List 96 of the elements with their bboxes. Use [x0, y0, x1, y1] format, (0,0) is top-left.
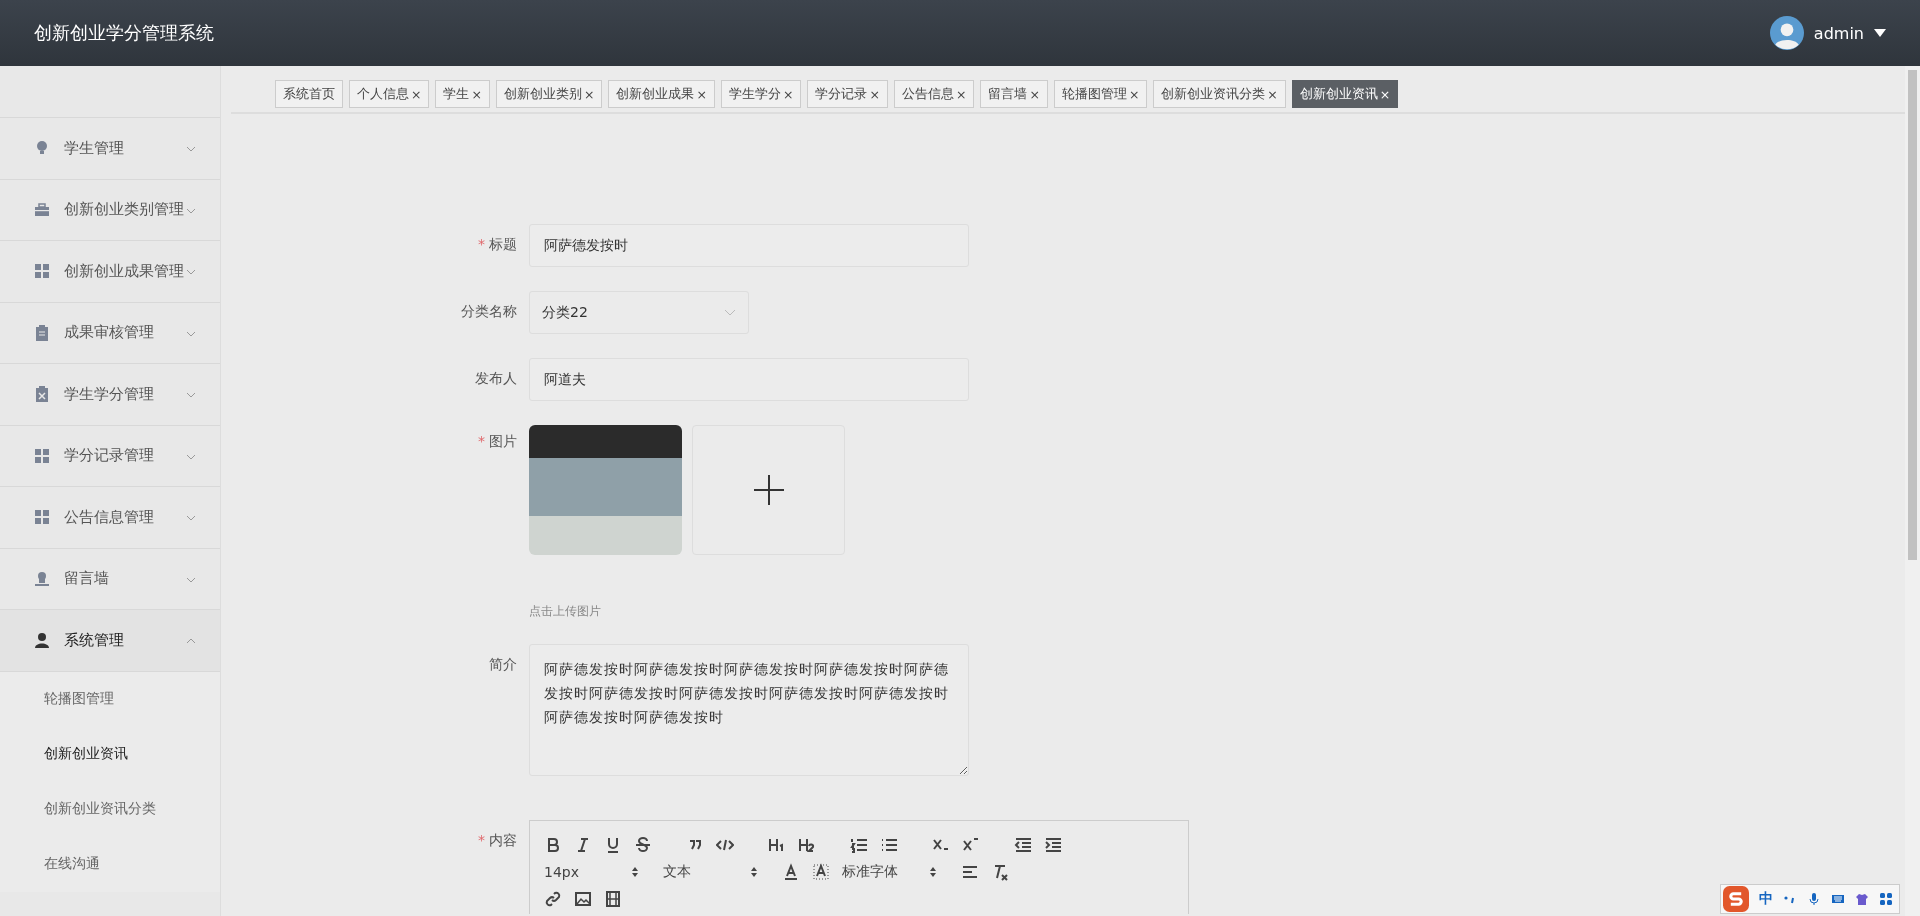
menu-item[interactable]: 学生学分管理: [0, 364, 220, 426]
tab[interactable]: 学生学分 ×: [720, 80, 802, 108]
logo-icon: [1723, 886, 1749, 912]
person-icon: [34, 632, 50, 649]
tab[interactable]: 创新创业资讯分类 ×: [1153, 80, 1286, 108]
submenu-item[interactable]: 创新创业资讯: [0, 726, 220, 782]
font-size-dropdown[interactable]: 14px: [544, 863, 639, 880]
field-label: 简介: [489, 656, 517, 672]
chevron-icon: [724, 309, 736, 316]
chevron-icon: [186, 515, 196, 521]
close-icon[interactable]: ×: [1267, 86, 1278, 102]
close-icon[interactable]: ×: [955, 86, 967, 102]
briefcase-icon: [34, 201, 50, 218]
menu-item[interactable]: 创新创业成果管理: [0, 241, 220, 303]
close-icon[interactable]: ×: [1379, 86, 1391, 102]
clipboard-icon: [34, 386, 50, 403]
field-label: 图片: [489, 433, 517, 449]
chevron-icon: [186, 576, 196, 583]
keyboard-icon[interactable]: [1831, 892, 1845, 906]
clipboard-icon: [34, 324, 50, 341]
close-icon[interactable]: ×: [696, 86, 707, 102]
menu-item[interactable]: 公告信息管理: [0, 487, 220, 549]
app-title: 创新创业学分管理系统: [34, 21, 214, 45]
field-label: 发布人: [475, 370, 517, 386]
shirt-icon[interactable]: [1855, 892, 1869, 906]
close-icon[interactable]: ×: [471, 86, 482, 102]
tab[interactable]: 留言墙 ×: [980, 80, 1048, 108]
outdent-icon[interactable]: [1014, 835, 1032, 854]
plus-icon: [753, 475, 784, 505]
tab[interactable]: 创新创业资讯 ×: [1291, 80, 1399, 108]
chevron-icon: [186, 207, 196, 214]
upload-hint: 点击上传图片: [529, 603, 602, 620]
grid-icon: [34, 263, 50, 280]
grid-icon: [34, 509, 50, 526]
rich-text-editor[interactable]: 14px 文本 标准字体: [529, 820, 1189, 914]
chevron-icon: [186, 330, 196, 337]
close-icon[interactable]: ×: [583, 86, 595, 102]
select-field[interactable]: 分类22: [529, 291, 749, 334]
input-field[interactable]: 阿萨德发按时: [529, 224, 969, 267]
input-mode-label[interactable]: 中: [1759, 890, 1773, 908]
tab[interactable]: 学生 ×: [435, 80, 490, 108]
stamp-icon: [34, 570, 50, 587]
tab[interactable]: 创新创业成果 ×: [608, 80, 715, 108]
text-color-icon[interactable]: [782, 862, 800, 881]
field-label: 分类名称: [461, 303, 517, 319]
menu-item[interactable]: 创新创业类别管理: [0, 179, 220, 241]
chevron-icon: [186, 146, 196, 152]
required-mark: *: [478, 433, 485, 449]
submenu-item[interactable]: 在线沟通: [0, 836, 220, 892]
font-dropdown[interactable]: 标准字体: [842, 862, 937, 881]
chevron-icon: [186, 392, 196, 398]
submenu-item[interactable]: 轮播图管理: [0, 671, 220, 727]
close-icon[interactable]: ×: [1128, 86, 1140, 102]
background-color-icon[interactable]: [812, 862, 830, 881]
up-down-icon: [631, 865, 639, 878]
tab[interactable]: 学分记录 ×: [807, 80, 888, 108]
text-area[interactable]: 阿萨德发按时阿萨德发按时阿萨德发按时阿萨德发按时阿萨德发按时阿萨德发按时阿萨德发按时阿萨德发按时阿萨德发按时阿萨德发按时阿萨德发按时: [529, 644, 969, 776]
grid-icon[interactable]: [1879, 892, 1893, 906]
required-mark: *: [478, 832, 485, 848]
heading-dropdown[interactable]: 文本: [663, 862, 758, 881]
strikethrough-icon[interactable]: [634, 835, 652, 854]
tab[interactable]: 公告信息 ×: [893, 80, 975, 108]
video-icon[interactable]: [604, 889, 622, 908]
field-label: 标题: [489, 236, 517, 252]
user-name[interactable]: admin: [1813, 23, 1864, 43]
avatar-icon[interactable]: [1769, 16, 1804, 50]
tab[interactable]: 个人信息 ×: [349, 80, 430, 108]
close-icon[interactable]: ×: [869, 86, 880, 102]
image-icon[interactable]: [574, 889, 592, 908]
close-icon[interactable]: ×: [411, 86, 422, 102]
tab[interactable]: 系统首页: [275, 80, 343, 108]
tab[interactable]: 轮播图管理 ×: [1053, 80, 1148, 108]
chevron-icon: [186, 269, 196, 275]
required-mark: *: [478, 236, 485, 252]
ime-toolbar[interactable]: 中: [1720, 884, 1900, 914]
bulb-icon: [34, 140, 50, 157]
up-down-icon: [929, 865, 937, 878]
close-icon[interactable]: ×: [1029, 86, 1040, 102]
tab[interactable]: 创新创业类别 ×: [495, 80, 603, 108]
caret-icon[interactable]: [1874, 29, 1886, 37]
input-field[interactable]: 阿道夫: [529, 358, 969, 401]
chevron-icon: [186, 638, 196, 644]
submenu-item[interactable]: 创新创业资讯分类: [0, 781, 220, 837]
menu-item[interactable]: 学分记录管理: [0, 425, 220, 487]
grid-icon: [34, 447, 50, 464]
menu-item[interactable]: 系统管理: [0, 610, 220, 672]
indent-icon[interactable]: [1044, 835, 1062, 854]
up-down-icon: [750, 865, 758, 878]
menu-item[interactable]: 成果审核管理: [0, 302, 220, 364]
close-icon[interactable]: ×: [782, 86, 794, 102]
menu-item[interactable]: 学生管理: [0, 118, 220, 180]
scrollbar[interactable]: [1905, 66, 1920, 916]
chevron-icon: [186, 453, 196, 460]
link-icon[interactable]: [544, 889, 562, 908]
microphone-icon[interactable]: [1807, 892, 1821, 906]
field-label: 内容: [489, 832, 517, 848]
